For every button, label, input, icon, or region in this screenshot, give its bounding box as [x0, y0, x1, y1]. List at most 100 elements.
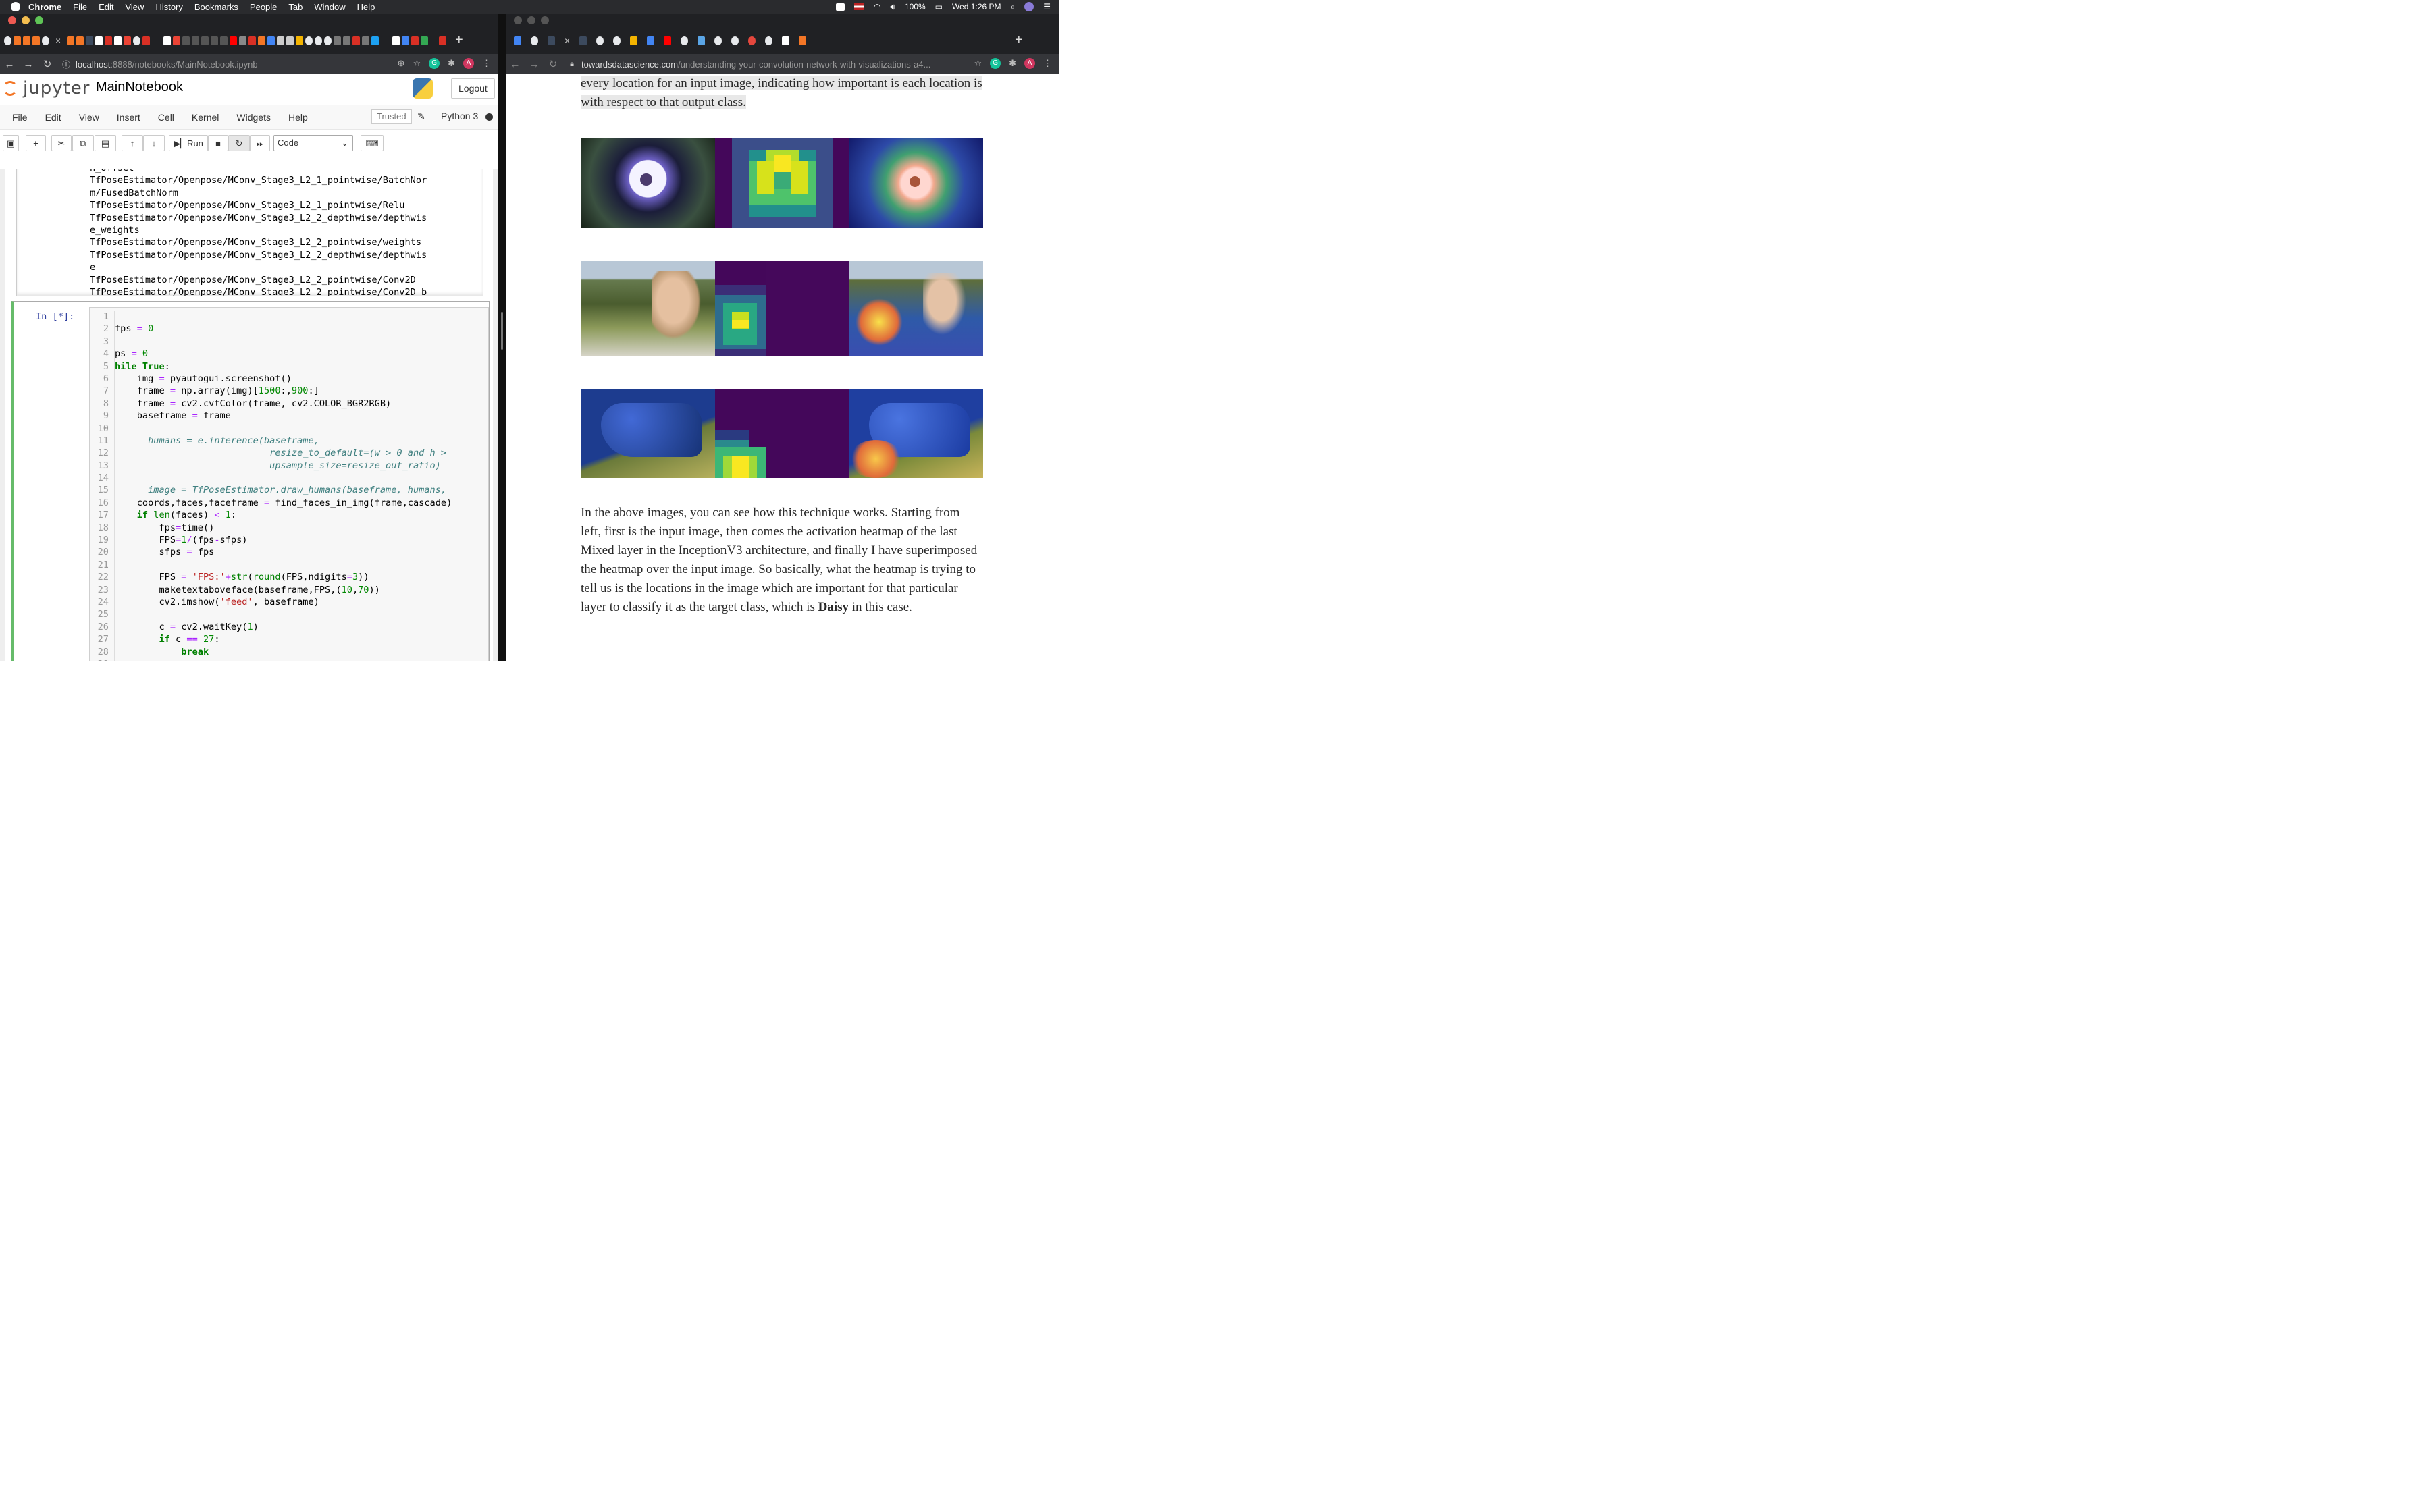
back-arrow-icon[interactable]: ← — [0, 59, 19, 70]
tab-favicon-icon[interactable] — [182, 36, 190, 45]
tab-favicon-icon[interactable] — [105, 36, 113, 45]
tab-favicon-icon[interactable] — [86, 36, 94, 45]
google-icon[interactable] — [731, 36, 739, 45]
close-window-icon[interactable] — [8, 16, 16, 24]
tab-favicon-icon[interactable] — [305, 36, 313, 45]
google-icon[interactable] — [714, 36, 722, 45]
stop-square-icon[interactable]: ■ — [208, 135, 228, 151]
tab-favicon-icon[interactable] — [14, 36, 21, 45]
more-menu-icon[interactable]: ⋮ — [1043, 58, 1052, 69]
menubar-app-name[interactable]: Chrome — [28, 2, 61, 12]
tab-favicon-icon[interactable] — [201, 36, 209, 45]
tab-favicon-icon[interactable] — [402, 36, 410, 45]
tab-favicon-icon[interactable] — [579, 36, 587, 45]
restart-kernel-icon[interactable]: ↻ — [228, 135, 250, 151]
tab-favicon-icon[interactable] — [286, 36, 294, 45]
wikipedia-icon[interactable] — [782, 36, 790, 45]
minimize-window-icon[interactable] — [22, 16, 30, 24]
fast-forward-icon[interactable]: ⏩︎ — [250, 135, 270, 151]
extensions-puzzle-icon[interactable]: ✱ — [1009, 58, 1016, 69]
move-up-arrow-icon[interactable]: ↑ — [122, 135, 143, 151]
jupyter-menu-cell[interactable]: Cell — [158, 112, 174, 123]
menubar-tab[interactable]: Tab — [288, 2, 302, 12]
tab-favicon-icon[interactable] — [163, 36, 172, 45]
left-address-bar[interactable]: localhost:8888/notebooks/MainNotebook.ip… — [76, 59, 258, 70]
lock-icon[interactable]: 🔒︎ — [562, 60, 581, 69]
edit-pencil-icon[interactable]: ✎ — [417, 111, 425, 122]
forward-arrow-icon[interactable]: → — [525, 59, 544, 70]
profile-avatar-icon[interactable]: A — [463, 58, 474, 69]
menubar-people[interactable]: People — [250, 2, 277, 12]
tab-favicon-icon[interactable] — [799, 36, 807, 45]
tab-favicon-icon[interactable] — [114, 36, 122, 45]
minimize-window-icon[interactable] — [527, 16, 535, 24]
split-view-divider[interactable] — [498, 14, 506, 662]
github-icon[interactable] — [681, 36, 689, 45]
close-window-icon[interactable] — [514, 16, 522, 24]
tab-favicon-icon[interactable] — [277, 36, 285, 45]
jupyter-menu-insert[interactable]: Insert — [117, 112, 140, 123]
logout-button[interactable]: Logout — [451, 78, 495, 99]
tab-favicon-icon[interactable] — [343, 36, 351, 45]
tab-favicon-icon[interactable] — [267, 36, 275, 45]
tab-favicon-icon[interactable] — [392, 36, 400, 45]
back-arrow-icon[interactable]: ← — [506, 59, 525, 70]
battery-icon[interactable]: ▭ — [935, 2, 943, 11]
tab-favicon-icon[interactable] — [371, 36, 379, 45]
notification-center-icon[interactable]: ☰ — [1043, 2, 1051, 11]
youtube-icon[interactable] — [664, 36, 672, 45]
tab-favicon-icon[interactable] — [76, 36, 84, 45]
tab-favicon-icon[interactable] — [698, 36, 706, 45]
kernel-name[interactable]: Python 3 — [438, 111, 478, 122]
tab-favicon-icon[interactable] — [258, 36, 266, 45]
google-icon[interactable] — [765, 36, 773, 45]
bookmark-star-icon[interactable]: ☆ — [974, 58, 982, 69]
jupyter-menu-view[interactable]: View — [79, 112, 99, 123]
jupyter-logo[interactable]: jupyter — [3, 78, 90, 99]
save-icon[interactable]: ▣ — [3, 135, 19, 151]
move-down-arrow-icon[interactable]: ↓ — [143, 135, 165, 151]
bookmark-star-icon[interactable]: ☆ — [413, 58, 421, 69]
volume-icon[interactable]: 🔊︎ — [890, 2, 895, 12]
tab-favicon-icon[interactable] — [411, 36, 419, 45]
tab-favicon-icon[interactable] — [95, 36, 103, 45]
info-icon[interactable]: ⓘ — [57, 59, 76, 70]
tab-favicon-icon[interactable] — [324, 36, 332, 45]
wifi-icon[interactable]: ◠ — [874, 2, 880, 11]
tab-favicon-icon[interactable] — [630, 36, 638, 45]
jupyter-menu-widgets[interactable]: Widgets — [236, 112, 271, 123]
tab-favicon-icon[interactable] — [42, 36, 49, 45]
tab-favicon-icon[interactable] — [192, 36, 200, 45]
keyboard-shortcuts-icon[interactable]: ⌨ — [361, 135, 384, 151]
siri-icon[interactable] — [1024, 2, 1034, 11]
notebook-name[interactable]: MainNotebook — [96, 80, 183, 95]
tab-favicon-icon[interactable] — [230, 36, 238, 45]
tab-favicon-icon[interactable] — [173, 36, 181, 45]
article-page[interactable]: every location for an input image, indic… — [506, 74, 1059, 662]
tab-favicon-icon[interactable] — [362, 36, 370, 45]
grammarly-icon[interactable]: G — [990, 58, 1001, 69]
tab-favicon-icon[interactable] — [133, 36, 141, 45]
tab-favicon-icon[interactable] — [142, 36, 151, 45]
forward-arrow-icon[interactable]: → — [19, 59, 38, 70]
tab-favicon-icon[interactable] — [548, 36, 555, 45]
zoom-icon[interactable] — [835, 3, 845, 11]
cut-scissors-icon[interactable]: ✂ — [51, 135, 72, 151]
github-icon[interactable] — [613, 36, 621, 45]
tab-favicon-icon[interactable] — [647, 36, 655, 45]
jupyter-menu-help[interactable]: Help — [288, 112, 308, 123]
jupyter-menu-file[interactable]: File — [12, 112, 28, 123]
cell-output-scroll-box[interactable]: n_offsetTfPoseEstimator/Openpose/MConv_S… — [16, 169, 483, 296]
active-code-cell[interactable]: In [*]: 1 2 3 4 5 6 7 8 9 10 11 12 13 14… — [11, 301, 490, 662]
menubar-edit[interactable]: Edit — [99, 2, 113, 12]
tab-close-icon[interactable]: × — [564, 35, 570, 46]
menubar-help[interactable]: Help — [357, 2, 375, 12]
tab-favicon-icon[interactable] — [296, 36, 304, 45]
cell-type-select[interactable]: Code ⌄ — [273, 135, 353, 151]
tab-favicon-icon[interactable] — [315, 36, 323, 45]
tab-favicon-icon[interactable] — [334, 36, 342, 45]
tab-favicon-icon[interactable] — [239, 36, 247, 45]
menubar-view[interactable]: View — [125, 2, 144, 12]
tab-favicon-icon[interactable] — [352, 36, 361, 45]
menubar-bookmarks[interactable]: Bookmarks — [194, 2, 238, 12]
